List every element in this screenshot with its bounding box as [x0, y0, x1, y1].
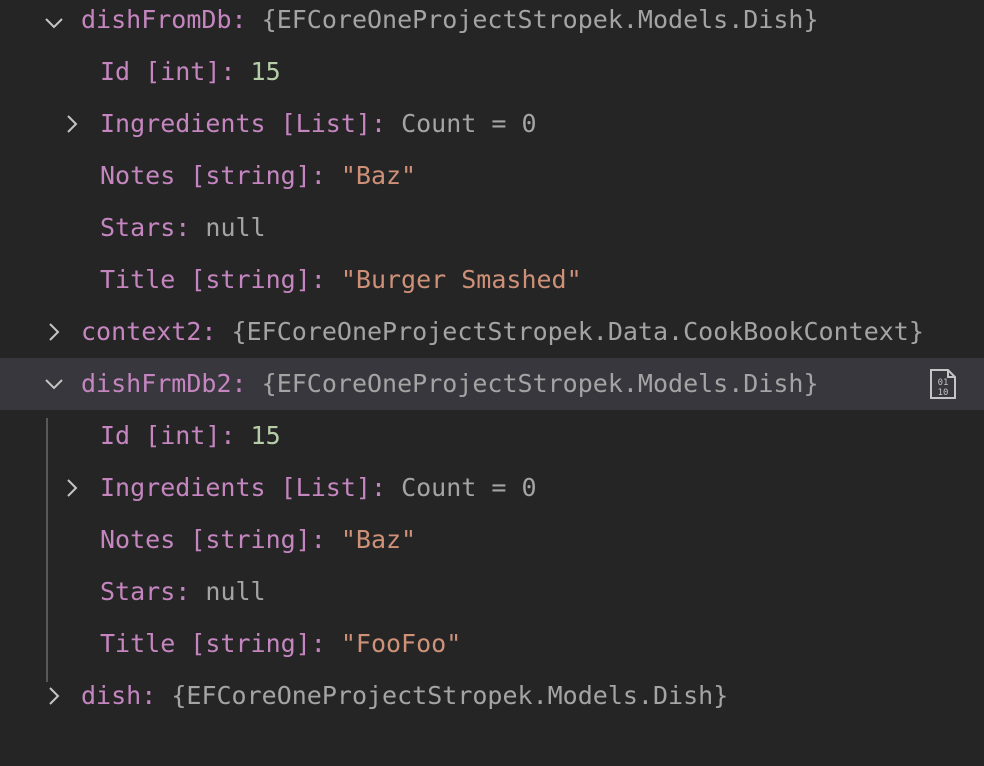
- chevron-down-icon[interactable]: [43, 358, 65, 410]
- property-name: Notes [string]: [100, 161, 311, 190]
- property-name: Title [string]: [100, 629, 311, 658]
- property-row-id[interactable]: Id [int]: 15: [0, 46, 984, 98]
- property-value: Count = 0: [401, 473, 537, 502]
- variable-separator: :: [231, 369, 247, 398]
- property-row-notes[interactable]: Notes [string]: "Baz": [0, 150, 984, 202]
- variable-name: context2: [81, 317, 202, 346]
- property-separator: :: [220, 421, 236, 450]
- variable-name: dish: [81, 681, 142, 710]
- variable-name: dishFromDb: [81, 5, 232, 34]
- property-row-stars[interactable]: Stars: null: [0, 202, 984, 254]
- property-value: 15: [250, 57, 281, 86]
- property-row-notes[interactable]: Notes [string]: "Baz": [0, 514, 984, 566]
- variable-value: {EFCoreOneProjectStropek.Models.Dish}: [171, 681, 729, 710]
- property-row-ingredients[interactable]: Ingredients [List]: Count = 0: [0, 98, 984, 150]
- property-separator: :: [175, 577, 191, 606]
- property-row-title[interactable]: Title [string]: "Burger Smashed": [0, 254, 984, 306]
- variable-value: {EFCoreOneProjectStropek.Models.Dish}: [261, 5, 819, 34]
- binary-data-icon[interactable]: 01 10: [928, 358, 958, 410]
- property-name: Id [int]: [100, 421, 221, 450]
- property-row-ingredients[interactable]: Ingredients [List]: Count = 0: [0, 462, 984, 514]
- property-separator: :: [220, 57, 236, 86]
- property-separator: :: [370, 473, 386, 502]
- property-value: "Burger Smashed": [340, 265, 582, 294]
- property-value: "Baz": [340, 161, 417, 190]
- variable-name: dishFrmDb2: [81, 369, 232, 398]
- property-name: Ingredients [List]: [100, 473, 371, 502]
- property-value: 15: [250, 421, 281, 450]
- property-name: Notes [string]: [100, 525, 311, 554]
- variable-separator: :: [231, 5, 247, 34]
- property-row-id[interactable]: Id [int]: 15: [0, 410, 984, 462]
- svg-text:10: 10: [938, 388, 949, 398]
- property-separator: :: [175, 213, 191, 242]
- property-separator: :: [310, 525, 326, 554]
- property-value: Count = 0: [401, 109, 537, 138]
- property-separator: :: [310, 629, 326, 658]
- variable-row-context2[interactable]: context2: {EFCoreOneProjectStropek.Data.…: [0, 306, 984, 358]
- property-value: "FooFoo": [340, 629, 462, 658]
- chevron-right-icon[interactable]: [43, 306, 65, 358]
- property-separator: :: [310, 265, 326, 294]
- property-name: Stars: [100, 577, 176, 606]
- property-separator: :: [310, 161, 326, 190]
- variable-separator: :: [141, 681, 157, 710]
- variable-value: {EFCoreOneProjectStropek.Models.Dish}: [261, 369, 819, 398]
- chevron-right-icon[interactable]: [61, 462, 83, 514]
- property-value: null: [205, 577, 266, 606]
- property-row-title[interactable]: Title [string]: "FooFoo": [0, 618, 984, 670]
- svg-text:01: 01: [938, 378, 949, 388]
- variable-separator: :: [201, 317, 217, 346]
- chevron-right-icon[interactable]: [61, 98, 83, 150]
- property-name: Title [string]: [100, 265, 311, 294]
- variables-tree: dishFromDb: {EFCoreOneProjectStropek.Mod…: [0, 0, 984, 722]
- property-row-stars[interactable]: Stars: null: [0, 566, 984, 618]
- variable-row-dish[interactable]: dish: {EFCoreOneProjectStropek.Models.Di…: [0, 670, 984, 722]
- property-name: Id [int]: [100, 57, 221, 86]
- chevron-down-icon[interactable]: [43, 0, 65, 46]
- property-value: "Baz": [340, 525, 417, 554]
- variable-value: {EFCoreOneProjectStropek.Data.CookBookCo…: [231, 317, 924, 346]
- variable-row-dishFromDb[interactable]: dishFromDb: {EFCoreOneProjectStropek.Mod…: [0, 0, 984, 46]
- property-value: null: [205, 213, 266, 242]
- property-name: Ingredients [List]: [100, 109, 371, 138]
- indent-guide: [46, 418, 48, 682]
- property-separator: :: [370, 109, 386, 138]
- property-name: Stars: [100, 213, 176, 242]
- variable-row-dishFrmDb2[interactable]: dishFrmDb2: {EFCoreOneProjectStropek.Mod…: [0, 358, 984, 410]
